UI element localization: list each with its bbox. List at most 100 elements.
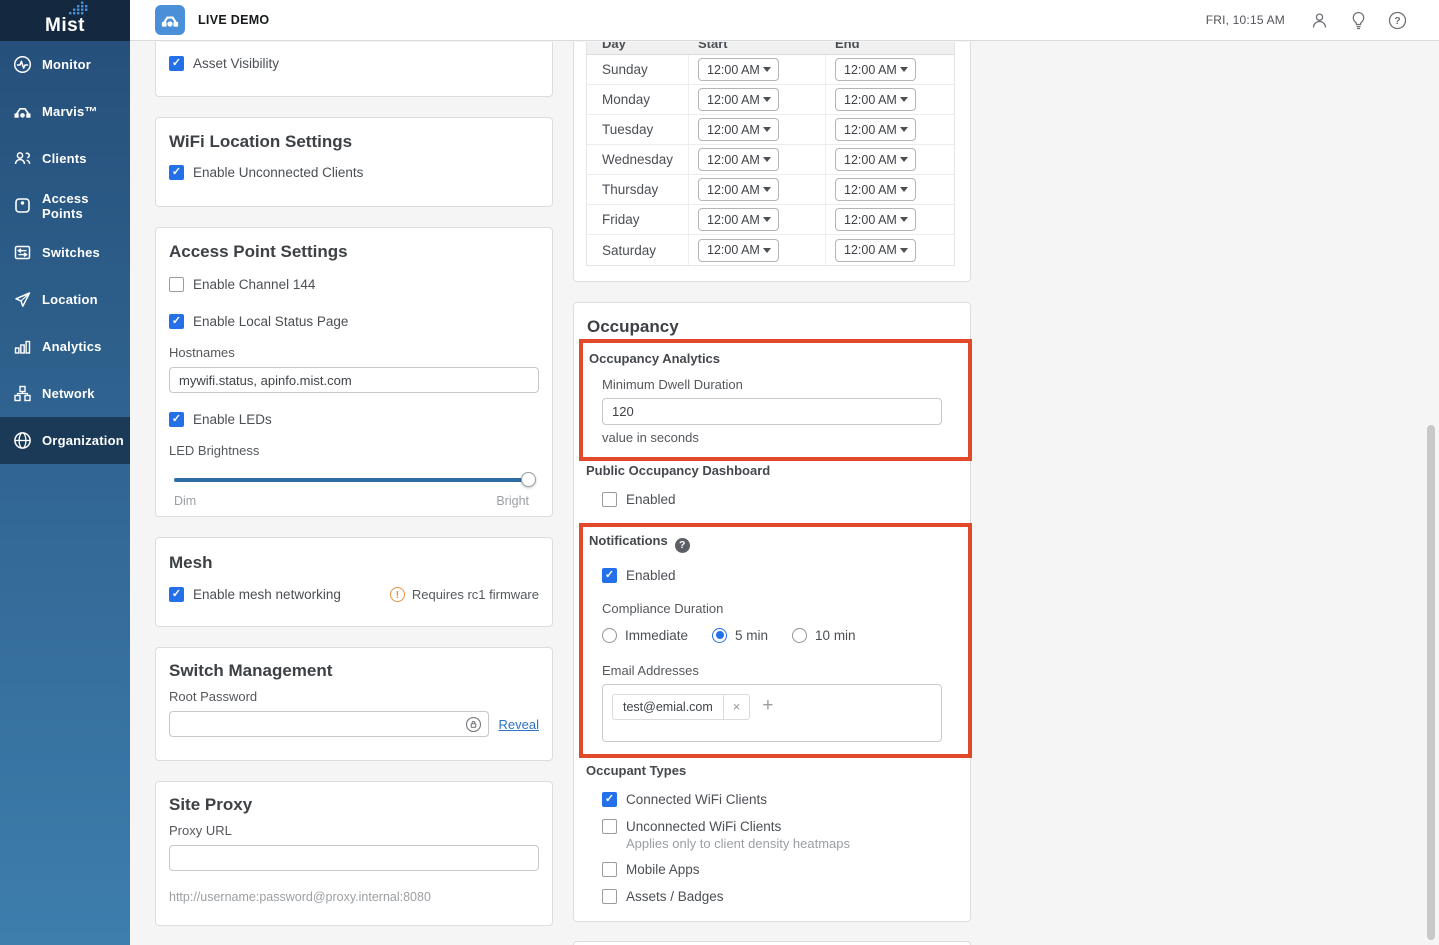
occupancy-title: Occupancy bbox=[587, 317, 970, 337]
occupant-type-unconnected-row[interactable]: Unconnected WiFi Clients bbox=[602, 819, 970, 834]
panel-next-stub bbox=[573, 941, 971, 945]
hostnames-label: Hostnames bbox=[169, 345, 539, 360]
mobile-apps-checkbox[interactable] bbox=[602, 862, 617, 877]
radio-immediate-control[interactable] bbox=[602, 628, 617, 643]
start-time-select[interactable]: 12:00 AM bbox=[698, 58, 779, 81]
chevron-down-icon bbox=[900, 187, 908, 192]
unconnected-clients-checkbox[interactable] bbox=[169, 165, 184, 180]
ap-settings-title: Access Point Settings bbox=[169, 242, 539, 262]
start-time-select[interactable]: 12:00 AM bbox=[698, 148, 779, 171]
slider-track[interactable] bbox=[174, 478, 529, 482]
notifications-enabled-checkbox[interactable] bbox=[602, 568, 617, 583]
asset-visibility-checkbox-row[interactable]: Asset Visibility bbox=[169, 56, 539, 71]
email-addresses-box[interactable]: test@emial.com × + bbox=[602, 684, 942, 742]
panel-mesh: Mesh Enable mesh networking ! Requires r… bbox=[155, 537, 553, 627]
schedule-header-row: Day Start End bbox=[587, 42, 954, 55]
highlight-box-notifications: Notifications? Enabled Compliance Durati… bbox=[579, 523, 972, 758]
sidebar-item-organization[interactable]: Organization bbox=[0, 417, 130, 464]
local-status-checkbox[interactable] bbox=[169, 314, 184, 329]
occupant-type-assets-row[interactable]: Assets / Badges bbox=[602, 889, 970, 904]
lightbulb-icon[interactable] bbox=[1350, 11, 1367, 30]
public-dashboard-enabled-checkbox[interactable] bbox=[602, 492, 617, 507]
radio-5min-control[interactable] bbox=[712, 628, 727, 643]
notifications-help-icon[interactable]: ? bbox=[675, 538, 690, 553]
leds-checkbox[interactable] bbox=[169, 412, 184, 427]
public-dashboard-enabled-row[interactable]: Enabled bbox=[602, 492, 970, 507]
start-time-select[interactable]: 12:00 AM bbox=[698, 208, 779, 231]
radio-10min[interactable]: 10 min bbox=[792, 628, 856, 643]
connected-wifi-checkbox[interactable] bbox=[602, 792, 617, 807]
panel-switch-mgmt: Switch Management Root Password Reveal bbox=[155, 647, 553, 761]
led-brightness-slider[interactable] bbox=[174, 472, 529, 487]
day-label: Wednesday bbox=[587, 145, 689, 174]
mesh-checkbox[interactable] bbox=[169, 587, 184, 602]
org-name[interactable]: LIVE DEMO bbox=[198, 13, 269, 27]
sidebar-item-access-points[interactable]: Access Points bbox=[0, 182, 130, 229]
remove-email-icon[interactable]: × bbox=[724, 699, 750, 714]
proxy-url-input[interactable] bbox=[169, 845, 539, 871]
mesh-checkbox-row[interactable]: Enable mesh networking bbox=[169, 587, 341, 602]
chevron-down-icon bbox=[900, 248, 908, 253]
email-addresses-label: Email Addresses bbox=[602, 663, 958, 678]
radio-immediate[interactable]: Immediate bbox=[602, 628, 688, 643]
mesh-warning-text: Requires rc1 firmware bbox=[412, 587, 539, 602]
occupant-type-connected-row[interactable]: Connected WiFi Clients bbox=[602, 792, 970, 807]
generate-password-icon[interactable] bbox=[465, 716, 482, 738]
end-time-select[interactable]: 12:00 AM bbox=[835, 58, 916, 81]
leds-checkbox-row[interactable]: Enable LEDs bbox=[169, 412, 539, 427]
channel144-checkbox-row[interactable]: Enable Channel 144 bbox=[169, 277, 539, 292]
notifications-enabled-label: Enabled bbox=[626, 568, 676, 583]
sidebar-item-monitor[interactable]: Monitor bbox=[0, 41, 130, 88]
sidebar: Monitor Marvis™ Clients Access Points Sw… bbox=[0, 41, 130, 945]
sidebar-item-marvis[interactable]: Marvis™ bbox=[0, 88, 130, 135]
table-row-friday: Friday 12:00 AM 12:00 AM bbox=[587, 205, 954, 235]
mist-logo-dots-icon bbox=[69, 1, 89, 21]
occupant-type-mobile-row[interactable]: Mobile Apps bbox=[602, 862, 970, 877]
assets-badges-checkbox[interactable] bbox=[602, 889, 617, 904]
slider-handle[interactable] bbox=[521, 472, 536, 487]
help-icon[interactable]: ? bbox=[1388, 11, 1407, 30]
unconnected-wifi-checkbox[interactable] bbox=[602, 819, 617, 834]
chevron-down-icon bbox=[763, 127, 771, 132]
notifications-enabled-row[interactable]: Enabled bbox=[602, 568, 958, 583]
mesh-warning: ! Requires rc1 firmware bbox=[390, 587, 539, 602]
sidebar-item-analytics[interactable]: Analytics bbox=[0, 323, 130, 370]
unconnected-clients-checkbox-row[interactable]: Enable Unconnected Clients bbox=[169, 165, 539, 180]
org-icon[interactable] bbox=[155, 5, 185, 35]
hostnames-input[interactable] bbox=[169, 367, 539, 393]
marvis-icon bbox=[13, 102, 32, 121]
chevron-down-icon bbox=[763, 97, 771, 102]
reveal-link[interactable]: Reveal bbox=[499, 717, 539, 732]
radio-10min-control[interactable] bbox=[792, 628, 807, 643]
end-time-select[interactable]: 12:00 AM bbox=[835, 239, 916, 262]
sidebar-item-network[interactable]: Network bbox=[0, 370, 130, 417]
asset-visibility-label: Asset Visibility bbox=[193, 56, 279, 71]
end-time-select[interactable]: 12:00 AM bbox=[835, 118, 916, 141]
dwell-duration-input[interactable] bbox=[602, 398, 942, 425]
sidebar-item-location[interactable]: Location bbox=[0, 276, 130, 323]
start-time-select[interactable]: 12:00 AM bbox=[698, 239, 779, 262]
root-password-input[interactable] bbox=[169, 711, 489, 737]
asset-visibility-checkbox[interactable] bbox=[169, 56, 184, 71]
col-end: End bbox=[835, 42, 954, 55]
start-time-select[interactable]: 12:00 AM bbox=[698, 88, 779, 111]
channel144-checkbox[interactable] bbox=[169, 277, 184, 292]
start-time-select[interactable]: 12:00 AM bbox=[698, 118, 779, 141]
scrollbar[interactable] bbox=[1427, 425, 1435, 940]
end-time-select[interactable]: 12:00 AM bbox=[835, 178, 916, 201]
end-time-select[interactable]: 12:00 AM bbox=[835, 208, 916, 231]
occupant-types-heading: Occupant Types bbox=[586, 763, 970, 779]
end-time-select[interactable]: 12:00 AM bbox=[835, 148, 916, 171]
radio-5min[interactable]: 5 min bbox=[712, 628, 768, 643]
chevron-down-icon bbox=[900, 97, 908, 102]
dwell-duration-label: Minimum Dwell Duration bbox=[602, 377, 958, 392]
add-email-icon[interactable]: + bbox=[762, 694, 773, 718]
email-chip: test@emial.com × bbox=[612, 694, 750, 720]
start-time-select[interactable]: 12:00 AM bbox=[698, 178, 779, 201]
local-status-checkbox-row[interactable]: Enable Local Status Page bbox=[169, 314, 539, 329]
user-icon[interactable] bbox=[1310, 11, 1329, 30]
sidebar-item-switches[interactable]: Switches bbox=[0, 229, 130, 276]
end-time-select[interactable]: 12:00 AM bbox=[835, 88, 916, 111]
mist-logo: Mist bbox=[0, 0, 130, 41]
sidebar-item-clients[interactable]: Clients bbox=[0, 135, 130, 182]
